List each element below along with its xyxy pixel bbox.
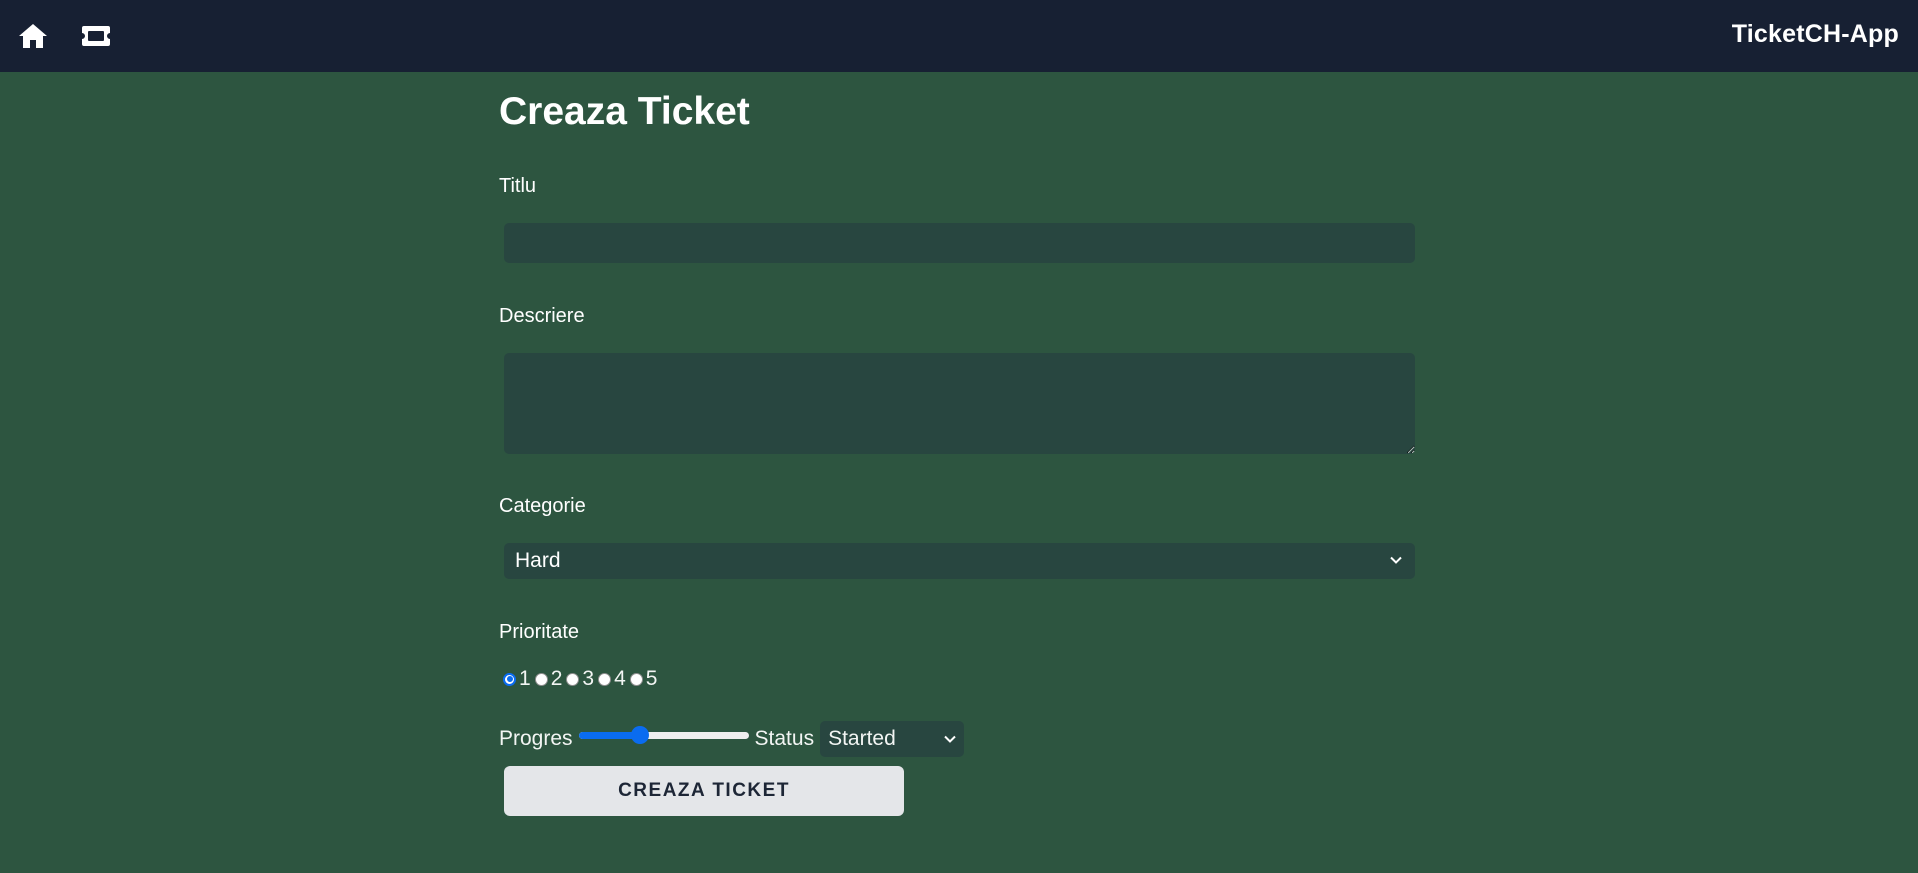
radio-label: 1 — [519, 667, 531, 690]
prioritate-radio-group: 1 2 3 4 5 — [503, 666, 661, 692]
categorie-selected-value: Hard — [515, 549, 561, 572]
radio-label: 4 — [614, 667, 626, 690]
radio-label: 3 — [582, 667, 595, 690]
app-brand[interactable]: TicketCH-App — [1732, 20, 1899, 49]
status-select[interactable]: Started — [820, 721, 965, 757]
chevron-down-icon — [1390, 556, 1402, 564]
prioritate-label: Prioritate — [499, 621, 580, 643]
radio-label: 5 — [645, 667, 658, 690]
radio-button[interactable] — [629, 672, 643, 686]
titlu-input[interactable] — [504, 223, 1415, 263]
status-label: Status — [754, 727, 815, 750]
status-selected-value: Started — [828, 727, 896, 750]
top-navbar: TicketCH-App — [0, 0, 1918, 72]
prioritate-option-3[interactable]: 3 — [566, 667, 598, 691]
categorie-select[interactable]: Hard — [504, 543, 1415, 579]
ticket-icon[interactable] — [79, 19, 113, 53]
home-icon[interactable] — [16, 19, 50, 53]
categorie-label: Categorie — [499, 495, 586, 517]
page-title: Creaza Ticket — [499, 90, 750, 133]
radio-button[interactable] — [566, 672, 580, 686]
creaza-ticket-button[interactable]: Creaza Ticket — [504, 766, 904, 816]
chevron-down-icon — [944, 735, 956, 743]
slider-thumb[interactable] — [630, 726, 649, 744]
titlu-label: Titlu — [499, 175, 537, 197]
descriere-textarea[interactable] — [504, 353, 1415, 454]
descriere-label: Descriere — [499, 305, 585, 327]
radio-button[interactable] — [598, 672, 612, 686]
radio-button[interactable] — [503, 672, 516, 686]
progress-status-row: Progres Status Started — [499, 721, 965, 757]
prioritate-option-1[interactable]: 1 — [503, 667, 535, 691]
progres-slider[interactable] — [578, 723, 749, 747]
radio-label: 2 — [550, 667, 563, 690]
prioritate-option-4[interactable]: 4 — [598, 667, 630, 691]
progres-label: Progres — [499, 727, 573, 750]
prioritate-option-2[interactable]: 2 — [534, 667, 567, 691]
radio-button[interactable] — [534, 672, 548, 686]
prioritate-option-5[interactable]: 5 — [629, 667, 662, 691]
